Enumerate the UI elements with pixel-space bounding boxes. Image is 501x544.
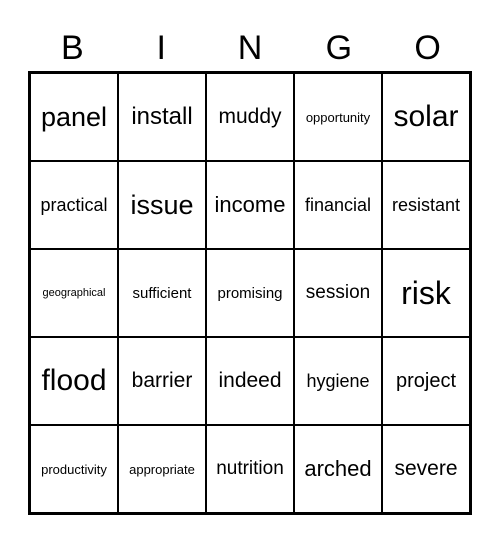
bingo-cell[interactable]: severe xyxy=(382,425,470,513)
bingo-cell[interactable]: install xyxy=(118,73,206,161)
bingo-cell[interactable]: session xyxy=(294,249,382,337)
bingo-cell[interactable]: opportunity xyxy=(294,73,382,161)
bingo-cell[interactable]: issue xyxy=(118,161,206,249)
bingo-cell[interactable]: sufficient xyxy=(118,249,206,337)
bingo-cell[interactable]: resistant xyxy=(382,161,470,249)
header-letter-n: N xyxy=(237,29,263,67)
bingo-cell[interactable]: nutrition xyxy=(206,425,294,513)
bingo-cell[interactable]: promising xyxy=(206,249,294,337)
bingo-cell[interactable]: flood xyxy=(30,337,118,425)
bingo-cell[interactable]: arched xyxy=(294,425,382,513)
bingo-cell[interactable]: productivity xyxy=(30,425,118,513)
header-letter-g: G xyxy=(325,29,353,67)
bingo-cell[interactable]: income xyxy=(206,161,294,249)
header-letter-b: B xyxy=(61,29,84,67)
bingo-cell[interactable]: financial xyxy=(294,161,382,249)
bingo-cell[interactable]: panel xyxy=(30,73,118,161)
bingo-cell[interactable]: risk xyxy=(382,249,470,337)
bingo-cell[interactable]: geographical xyxy=(30,249,118,337)
bingo-header: B I N G O xyxy=(28,28,472,68)
bingo-cell[interactable]: project xyxy=(382,337,470,425)
bingo-cell[interactable]: solar xyxy=(382,73,470,161)
bingo-cell[interactable]: muddy xyxy=(206,73,294,161)
bingo-cell[interactable]: indeed xyxy=(206,337,294,425)
bingo-cell[interactable]: practical xyxy=(30,161,118,249)
bingo-cell[interactable]: appropriate xyxy=(118,425,206,513)
header-letter-i: I xyxy=(156,29,166,67)
header-letter-o: O xyxy=(414,29,441,67)
bingo-grid: panel install muddy opportunity solar pr… xyxy=(28,71,472,515)
bingo-cell[interactable]: barrier xyxy=(118,337,206,425)
bingo-cell[interactable]: hygiene xyxy=(294,337,382,425)
